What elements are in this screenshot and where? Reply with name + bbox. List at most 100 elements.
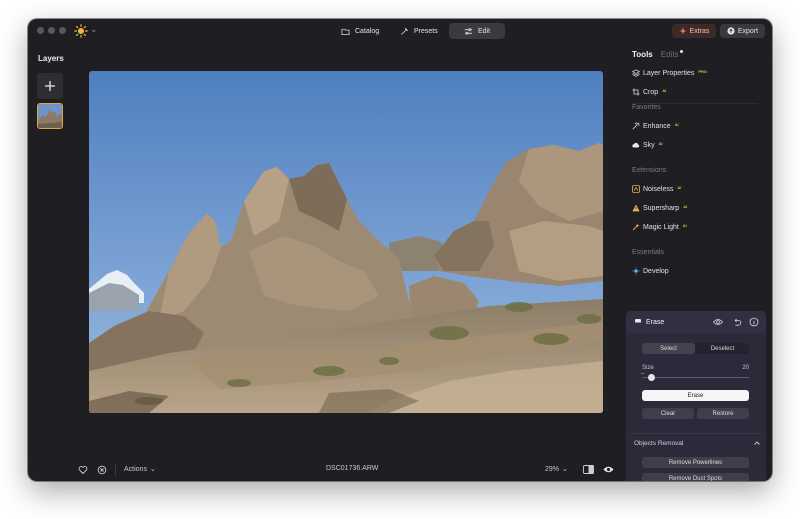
tool-noiseless[interactable]: Noiseless AI [632,185,681,193]
erase-title: Erase [634,318,664,326]
tab-catalog-label: Catalog [355,27,380,35]
tool-supersharp[interactable]: Supersharp AI [632,204,687,212]
clear-button[interactable]: Clear [642,408,694,419]
layers-icon [632,69,640,77]
export-label: Export [737,27,759,35]
tool-label: Layer Properties [643,69,695,77]
folder-icon [341,28,350,35]
sparkle-icon [679,27,687,35]
zoom-menu[interactable]: 29% ⌄ [545,465,568,474]
edits-indicator-dot [679,50,683,53]
tool-label: Noiseless [643,185,674,193]
extras-label: Extras [689,27,710,35]
ai-badge: AI [674,121,679,127]
info-icon[interactable] [749,317,759,327]
tab-tools[interactable]: Tools [632,50,653,59]
pro-badge: PRO [698,68,708,74]
eye-icon [603,466,614,473]
reject-button[interactable] [97,465,107,475]
tool-layer-properties[interactable]: Layer Properties PRO [632,69,707,77]
bottom-divider [115,464,116,476]
objects-removal-title[interactable]: Objects Removal [634,440,684,447]
tool-magic-light[interactable]: Magic Light AI [632,223,687,231]
erase-header: Erase [626,311,766,333]
size-slider-handle[interactable] [648,374,656,381]
tool-label: Magic Light [643,223,679,231]
photo-canvas[interactable] [89,71,603,413]
cloud-icon [632,142,640,148]
sliders-icon [464,27,473,35]
tab-edits[interactable]: Edits [661,50,679,59]
supersharp-icon [632,204,640,212]
title-bar: ⌄ Catalog Presets Edit Extras Export [28,19,772,43]
favorites-heading: Favorites [632,104,661,111]
select-button[interactable]: Select [642,343,695,354]
ai-badge: AI [682,222,687,228]
close-window-button[interactable] [37,27,44,34]
layers-title: Layers [38,54,64,63]
sun-icon [632,267,640,275]
tool-enhance[interactable]: Enhance AI [632,122,679,130]
erase-button[interactable]: Erase [642,390,749,401]
eraser-icon [635,319,641,325]
remove-powerlines-button[interactable]: Remove Powerlines [642,457,749,468]
preview-button[interactable] [603,465,614,474]
eye-icon[interactable] [713,317,723,327]
ai-badge: AI [677,184,682,190]
erase-title-text: Erase [646,318,665,326]
tool-label: Develop [643,267,669,275]
presets-icon [401,27,409,35]
restore-button[interactable]: Restore [697,408,749,419]
compare-button[interactable] [583,465,594,474]
zoom-value: 29% [545,465,560,473]
ai-badge: AI [662,87,667,93]
remove-dust-spots-button[interactable]: Remove Dust Spots [642,473,749,481]
tool-crop[interactable]: Crop AI [632,88,666,96]
tool-develop[interactable]: Develop [632,267,669,275]
tool-label: Sky [643,141,655,149]
reject-icon [97,465,107,475]
actions-label: Actions [124,465,147,473]
crop-icon [632,88,640,96]
tools-panel: Tools Edits Layer Properties PRO Crop AI … [624,43,772,481]
export-button[interactable]: Export [720,24,765,38]
app-logo-icon[interactable] [74,24,88,38]
chevron-down-icon: ⌄ [149,466,156,473]
tool-label: Enhance [643,122,671,130]
landscape-photo [89,71,603,413]
size-value: 20 [742,365,749,371]
tab-catalog[interactable]: Catalog [331,23,389,39]
select-mode-toggle: Select Deselect [642,343,749,354]
extras-button[interactable]: Extras [672,24,716,38]
zoom-window-button[interactable] [59,27,66,34]
actions-menu[interactable]: Actions ⌄ [124,465,156,474]
undo-icon[interactable] [732,317,742,327]
add-layer-button[interactable] [37,73,63,99]
essentials-heading: Essentials [632,249,664,256]
deselect-button[interactable]: Deselect [696,343,749,354]
filename-text: DSC01736.ARW [326,465,379,472]
ai-badge: AI [658,140,663,146]
chevron-down-icon: ⌄ [562,466,568,473]
tab-presets[interactable]: Presets [390,23,448,39]
plus-icon [45,81,55,91]
layer-thumbnail-image [38,104,62,128]
app-window: ⌄ Catalog Presets Edit Extras Export Lay… [28,19,772,481]
tab-presets-label: Presets [414,27,438,35]
extensions-heading: Extensions [632,167,667,174]
tool-sky[interactable]: Sky AI [632,141,663,149]
favorite-button[interactable] [78,465,88,475]
minimize-window-button[interactable] [48,27,55,34]
chevron-down-icon[interactable]: ⌄ [90,24,98,35]
ai-badge: AI [683,203,688,209]
layer-thumbnail[interactable] [37,103,63,129]
filename-label: DSC01736.ARW [326,465,378,472]
tab-edit[interactable]: Edit [449,23,505,39]
erase-panel: Erase Select Deselect Size 20 – Erase Cl… [626,311,766,481]
panel-tabs: Tools Edits [632,50,683,59]
enhance-icon [632,122,640,130]
chevron-up-icon[interactable] [753,439,761,447]
size-slider-track[interactable] [642,377,749,378]
erase-divider [630,433,762,434]
tool-label: Crop [643,88,659,96]
